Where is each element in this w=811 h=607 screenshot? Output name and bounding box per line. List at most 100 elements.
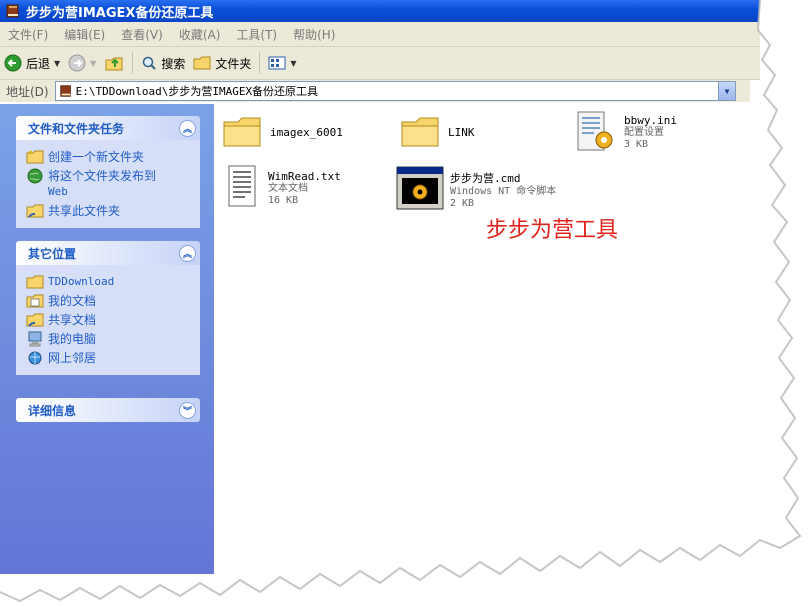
back-arrow-icon xyxy=(4,54,22,72)
place-network-label: 网上邻居 xyxy=(48,351,97,365)
back-button[interactable]: 后退 ▼ xyxy=(0,50,64,76)
back-label: 后退 xyxy=(26,56,51,71)
collapse-chevron-icon[interactable]: ︽ xyxy=(179,244,196,262)
publish-web-icon xyxy=(27,168,43,184)
toolbar-separator xyxy=(132,52,134,74)
share-folder-icon xyxy=(26,204,44,218)
file-size: 3 KB xyxy=(624,139,649,150)
file-item-cmd[interactable]: 步步为营.cmd Windows NT 命令脚本 2 KB xyxy=(396,166,556,210)
up-folder-icon xyxy=(105,57,123,71)
file-name: bbwy.ini xyxy=(624,114,677,127)
menu-view[interactable]: 查看(V) xyxy=(113,26,171,43)
search-icon xyxy=(143,56,157,70)
address-label: 地址(D) xyxy=(6,84,49,99)
place-shared-documents-label: 共享文档 xyxy=(48,313,97,327)
other-places-title: 其它位置 xyxy=(28,246,77,261)
folder-icon xyxy=(223,117,261,147)
menu-edit[interactable]: 编辑(E) xyxy=(56,26,113,43)
task-publish-web-sublabel: Web xyxy=(48,185,68,198)
my-computer-icon xyxy=(28,331,42,347)
address-bar: 地址(D) E:\TDDownload\步步为营IMAGEX备份还原工具 ▼ xyxy=(0,80,750,102)
explorer-window: 步步为营IMAGEX备份还原工具 文件(F) 编辑(E) 查看(V) 收藏(A)… xyxy=(0,0,811,607)
folder-icon xyxy=(26,275,44,289)
search-button[interactable]: 搜索 xyxy=(137,50,189,76)
file-name: LINK xyxy=(448,126,475,139)
folder-icon xyxy=(193,56,211,70)
task-publish-web-label: 将这个文件夹发布到 xyxy=(48,169,157,183)
details-panel: 详细信息 ︾ xyxy=(16,398,200,422)
file-name: 步步为营.cmd xyxy=(450,172,521,185)
place-my-computer-label: 我的电脑 xyxy=(48,332,97,346)
file-size: 2 KB xyxy=(450,198,475,209)
config-file-icon xyxy=(577,111,613,151)
up-folder-button[interactable] xyxy=(100,50,128,76)
views-button[interactable]: ▼ xyxy=(264,50,300,76)
task-share-folder[interactable]: 共享此文件夹 xyxy=(26,203,190,219)
new-folder-icon xyxy=(26,149,44,164)
command-script-icon xyxy=(396,166,444,210)
folders-button[interactable]: 文件夹 xyxy=(189,50,255,76)
back-dropdown-icon[interactable]: ▼ xyxy=(54,59,60,68)
search-label: 搜索 xyxy=(161,56,186,71)
file-name: WimRead.txt xyxy=(268,170,341,183)
text-file-icon xyxy=(228,165,256,207)
menu-tools[interactable]: 工具(T) xyxy=(228,26,285,43)
folders-label: 文件夹 xyxy=(215,56,252,71)
window-title: 步步为营IMAGEX备份还原工具 xyxy=(26,5,214,21)
file-item-wimread-txt[interactable]: WimRead.txt 文本文档 16 KB xyxy=(226,164,341,210)
file-item-link[interactable]: LINK xyxy=(400,114,475,150)
place-network[interactable]: 网上邻居 xyxy=(26,350,190,366)
other-places-panel: 其它位置 ︽ TDDownload 我的文档 共享文档 我的电脑 网上邻居 xyxy=(16,241,200,375)
details-title: 详细信息 xyxy=(28,403,77,418)
collapse-chevron-icon[interactable]: ︽ xyxy=(179,119,196,137)
menu-bar: 文件(F) 编辑(E) 查看(V) 收藏(A) 工具(T) 帮助(H) xyxy=(0,22,760,47)
expand-chevron-icon[interactable]: ︾ xyxy=(179,401,196,419)
menu-help[interactable]: 帮助(H) xyxy=(285,26,343,43)
network-icon xyxy=(28,351,42,365)
place-my-documents[interactable]: 我的文档 xyxy=(26,293,190,309)
address-path: E:\TDDownload\步步为营IMAGEX备份还原工具 xyxy=(75,85,319,98)
views-icon xyxy=(268,56,286,70)
task-new-folder-label: 创建一个新文件夹 xyxy=(48,150,145,164)
task-share-folder-label: 共享此文件夹 xyxy=(48,204,121,218)
other-places-header[interactable]: 其它位置 ︽ xyxy=(16,241,200,265)
menu-file[interactable]: 文件(F) xyxy=(0,26,56,43)
toolbar-separator xyxy=(259,52,261,74)
place-my-computer[interactable]: 我的电脑 xyxy=(26,331,190,347)
book-icon xyxy=(6,4,19,18)
address-input[interactable]: E:\TDDownload\步步为营IMAGEX备份还原工具 ▼ xyxy=(54,81,736,101)
file-type: 文本文档 xyxy=(268,183,308,194)
file-item-imagex-6001[interactable]: imagex_6001 xyxy=(222,114,343,150)
file-tasks-header[interactable]: 文件和文件夹任务 ︽ xyxy=(16,116,200,140)
file-item-bbwy-ini[interactable]: bbwy.ini 配置设置 3 KB xyxy=(574,110,677,156)
address-dropdown-icon[interactable]: ▼ xyxy=(718,82,735,100)
file-tasks-panel: 文件和文件夹任务 ︽ 创建一个新文件夹 将这个文件夹发布到 Web 共享此文件夹 xyxy=(16,116,200,228)
task-pane: 文件和文件夹任务 ︽ 创建一个新文件夹 将这个文件夹发布到 Web 共享此文件夹… xyxy=(0,104,214,574)
title-bar[interactable]: 步步为营IMAGEX备份还原工具 xyxy=(0,0,811,22)
views-dropdown-icon[interactable]: ▼ xyxy=(290,59,296,68)
task-publish-web[interactable]: 将这个文件夹发布到 Web xyxy=(26,168,190,200)
file-size: 16 KB xyxy=(268,195,299,206)
place-my-documents-label: 我的文档 xyxy=(48,294,97,308)
my-documents-icon xyxy=(26,294,44,308)
file-tasks-body: 创建一个新文件夹 将这个文件夹发布到 Web 共享此文件夹 xyxy=(16,140,200,228)
forward-button[interactable]: ▼ xyxy=(64,50,100,76)
toolbar: 后退 ▼ ▼ 搜索 文件夹 ▼ xyxy=(0,47,760,80)
task-new-folder[interactable]: 创建一个新文件夹 xyxy=(26,149,190,165)
menu-favorites[interactable]: 收藏(A) xyxy=(171,26,229,43)
forward-dropdown-icon[interactable]: ▼ xyxy=(90,59,96,68)
place-shared-documents[interactable]: 共享文档 xyxy=(26,312,190,328)
book-icon xyxy=(59,85,71,97)
folder-icon xyxy=(401,117,439,147)
shared-documents-icon xyxy=(26,313,44,327)
forward-arrow-icon xyxy=(68,54,86,72)
place-tddownload-label: TDDownload xyxy=(48,275,115,288)
file-name: imagex_6001 xyxy=(270,126,343,139)
file-type: Windows NT 命令脚本 xyxy=(450,186,557,197)
file-tasks-title: 文件和文件夹任务 xyxy=(28,121,125,136)
file-type: 配置设置 xyxy=(624,127,664,138)
other-places-body: TDDownload 我的文档 共享文档 我的电脑 网上邻居 xyxy=(16,265,200,375)
details-header[interactable]: 详细信息 ︾ xyxy=(16,398,200,422)
place-tddownload[interactable]: TDDownload xyxy=(26,274,190,290)
annotation-text: 步步为营工具 xyxy=(486,218,619,243)
